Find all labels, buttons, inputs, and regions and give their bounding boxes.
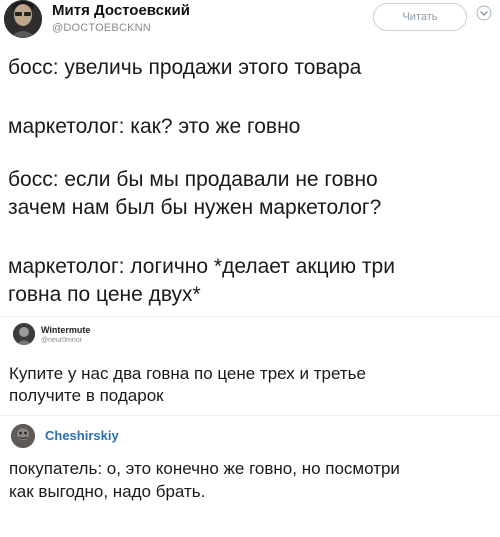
tweet-text-line: босс: увеличь продажи этого товара — [8, 56, 362, 79]
tweet-text-line: маркетолог: логично *делает акцию три — [8, 255, 395, 278]
reply-author-handle[interactable]: @neur0mnor — [41, 337, 82, 344]
divider — [0, 415, 500, 416]
follow-button[interactable]: Читать — [373, 3, 467, 31]
reply-author-name[interactable]: Cheshirskiy — [45, 428, 119, 443]
reply-text-line: покупатель: о, это конечно же говно, но … — [9, 459, 400, 478]
tweet-text-line: говна по цене двух* — [8, 283, 201, 306]
reply-text-line: получите в подарок — [9, 386, 164, 405]
author-avatar[interactable] — [4, 0, 42, 38]
reply-text-line: как выгодно, надо брать. — [9, 482, 206, 501]
tweet-text-line: босс: если бы мы продавали не говно — [8, 168, 378, 191]
reply-text-line: Купите у нас два говна по цене трех и тр… — [9, 364, 366, 383]
chevron-down-icon[interactable] — [476, 5, 492, 24]
reply-avatar[interactable] — [13, 323, 35, 345]
divider — [0, 316, 500, 317]
tweet-text-line: маркетолог: как? это же говно — [8, 115, 301, 138]
author-name[interactable]: Митя Достоевский — [52, 2, 190, 19]
tweet-text-line: зачем нам был бы нужен маркетолог? — [8, 196, 382, 219]
reply-avatar[interactable] — [11, 424, 35, 448]
author-handle[interactable]: @DOCTOEBCKNN — [52, 22, 151, 34]
reply-author-name[interactable]: Wintermute — [41, 325, 90, 335]
